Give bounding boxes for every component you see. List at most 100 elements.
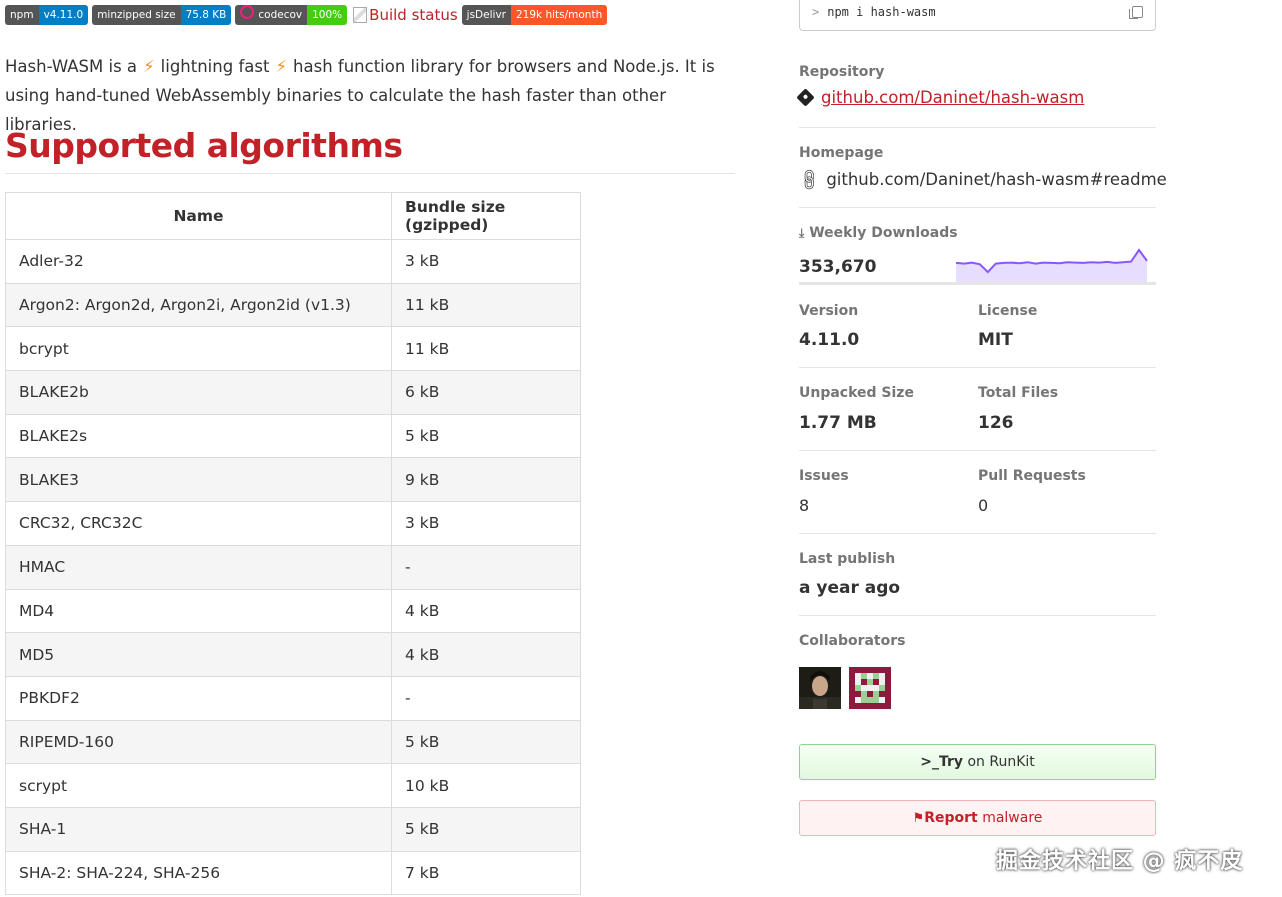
codecov-badge[interactable]: codecov 100% xyxy=(235,5,348,25)
divider xyxy=(799,127,1156,128)
section-heading: Supported algorithms xyxy=(5,126,735,174)
last-publish-value: a year ago xyxy=(799,578,901,598)
algorithm-name-cell: BLAKE2s xyxy=(5,413,392,459)
install-command-box[interactable]: > npm i hash-wasm xyxy=(799,0,1156,31)
license-value: MIT xyxy=(978,330,1013,350)
table-row: SHA-2: SHA-224, SHA-256 7 kB xyxy=(5,850,581,896)
algorithm-name-cell: scrypt xyxy=(5,763,392,808)
homepage-link[interactable]: 🔗︎ github.com/Daninet/hash-wasm#readme xyxy=(795,166,1167,194)
bundle-size-badge[interactable]: minzipped size 75.8 KB xyxy=(92,5,232,25)
collaborator-avatar[interactable] xyxy=(799,667,841,709)
table-row: Argon2: Argon2d, Argon2i, Argon2id (v1.3… xyxy=(5,282,581,328)
table-row: HMAC - xyxy=(5,544,581,590)
pull-requests-label: Pull Requests xyxy=(978,468,1086,484)
bundle-size-cell: 11 kB xyxy=(391,326,581,372)
install-command: npm i hash-wasm xyxy=(827,4,936,19)
download-icon: ⤓ xyxy=(799,226,805,240)
runkit-text: on RunKit xyxy=(967,754,1035,770)
intro-text-1: Hash-WASM is a xyxy=(5,57,138,76)
table-row: scrypt 10 kB xyxy=(5,763,581,808)
broken-image-icon xyxy=(353,7,368,23)
license-label: License xyxy=(978,303,1038,319)
table-row: Adler-32 3 kB xyxy=(5,239,581,284)
algorithm-name-cell: BLAKE3 xyxy=(5,457,392,503)
flag-icon: ⚑ xyxy=(912,810,925,826)
badge-value: 100% xyxy=(307,5,348,25)
bundle-size-cell: 10 kB xyxy=(391,763,581,808)
issues-value[interactable]: 8 xyxy=(799,496,809,515)
collaborator-avatar[interactable] xyxy=(849,667,891,709)
divider xyxy=(799,367,1156,368)
algorithm-name-cell: HMAC xyxy=(5,544,392,590)
badge-value: 75.8 KB xyxy=(180,5,232,25)
bundle-size-cell: 9 kB xyxy=(391,457,581,503)
table-row: bcrypt 11 kB xyxy=(5,326,581,372)
total-files-value: 126 xyxy=(978,413,1014,433)
prompt-icon: > xyxy=(812,4,820,19)
bundle-size-cell: 4 kB xyxy=(391,632,581,677)
collaborators-label: Collaborators xyxy=(799,633,906,649)
lightning-icon: ⚡ xyxy=(143,57,155,76)
table-row: CRC32, CRC32C 3 kB xyxy=(5,501,581,546)
table-body: Adler-32 3 kB Argon2: Argon2d, Argon2i, Ar… xyxy=(5,239,581,896)
divider xyxy=(799,282,1156,285)
divider xyxy=(799,207,1156,208)
repository-label: Repository xyxy=(799,64,885,80)
algorithm-name-cell: PBKDF2 xyxy=(5,675,392,721)
unpacked-size-label: Unpacked Size xyxy=(799,385,914,401)
try-on-runkit-button[interactable]: >_ Try on RunKit xyxy=(799,744,1156,780)
copy-icon[interactable] xyxy=(1129,5,1143,19)
column-header-bundle-size: Bundle size (gzipped) xyxy=(391,192,581,240)
table-row: BLAKE2s 5 kB xyxy=(5,413,581,459)
algorithm-name-cell: CRC32, CRC32C xyxy=(5,501,392,546)
version-value: 4.11.0 xyxy=(799,330,860,350)
pull-requests-value[interactable]: 0 xyxy=(978,496,988,515)
build-status-alt: Build status xyxy=(369,6,458,24)
bundle-size-cell: 7 kB xyxy=(391,850,581,896)
version-label: Version xyxy=(799,303,859,319)
git-icon xyxy=(796,88,815,107)
table-row: BLAKE3 9 kB xyxy=(5,457,581,503)
divider xyxy=(799,615,1156,616)
badge-row: npm v4.11.0 minzipped size 75.8 KB codec… xyxy=(5,5,608,25)
collaborator-avatars xyxy=(799,667,891,709)
malware-text: malware xyxy=(982,810,1043,826)
bundle-size-cell: 5 kB xyxy=(391,413,581,459)
link-icon: 🔗︎ xyxy=(795,165,824,194)
algorithm-name-cell: MD4 xyxy=(5,588,392,634)
build-status-badge[interactable]: Build status xyxy=(353,6,458,24)
algorithm-name-cell: MD5 xyxy=(5,632,392,677)
bundle-size-cell: 5 kB xyxy=(391,719,581,765)
unpacked-size-value: 1.77 MB xyxy=(799,413,877,433)
table-row: PBKDF2- xyxy=(5,675,581,721)
divider xyxy=(799,450,1156,451)
algorithm-name-cell: RIPEMD-160 xyxy=(5,719,392,765)
homepage-link-text: github.com/Daninet/hash-wasm#readme xyxy=(826,170,1167,189)
table-row: SHA-1 5 kB xyxy=(5,806,581,852)
sparkline-area xyxy=(956,250,1147,284)
algorithm-name-cell: SHA-2: SHA-224, SHA-256 xyxy=(5,850,392,896)
bundle-size-cell: 3 kB xyxy=(391,239,581,284)
table-row: MD4 4 kB xyxy=(5,588,581,634)
npm-version-badge[interactable]: npm v4.11.0 xyxy=(5,5,89,25)
weekly-downloads-text: Weekly Downloads xyxy=(809,225,958,241)
downloads-sparkline[interactable] xyxy=(955,240,1150,286)
table-row: MD5 4 kB xyxy=(5,632,581,677)
column-header-name: Name xyxy=(5,192,392,240)
lightning-icon: ⚡ xyxy=(275,57,288,76)
algorithm-name-cell: BLAKE2b xyxy=(5,370,392,415)
issues-label: Issues xyxy=(799,468,849,484)
table-row: BLAKE2b 6 kB xyxy=(5,370,581,415)
repository-link[interactable]: github.com/Daninet/hash-wasm xyxy=(796,88,1085,107)
last-publish-label: Last publish xyxy=(799,551,896,567)
badge-value: 219k hits/month xyxy=(510,5,608,25)
algorithm-name-cell: bcrypt xyxy=(5,326,392,372)
table-row: RIPEMD-160 5 kB xyxy=(5,719,581,765)
jsdelivr-badge[interactable]: jsDelivr 219k hits/month xyxy=(461,5,608,25)
repository-link-text: github.com/Daninet/hash-wasm xyxy=(821,88,1085,107)
malware-bold-text: Report xyxy=(924,810,978,826)
algorithm-name-cell: Adler-32 xyxy=(5,239,392,284)
bundle-size-cell: 3 kB xyxy=(391,501,581,546)
report-malware-button[interactable]: ⚑ Report malware xyxy=(799,800,1156,836)
watermark: 掘金技术社区 @ 疯不皮 xyxy=(996,849,1244,874)
